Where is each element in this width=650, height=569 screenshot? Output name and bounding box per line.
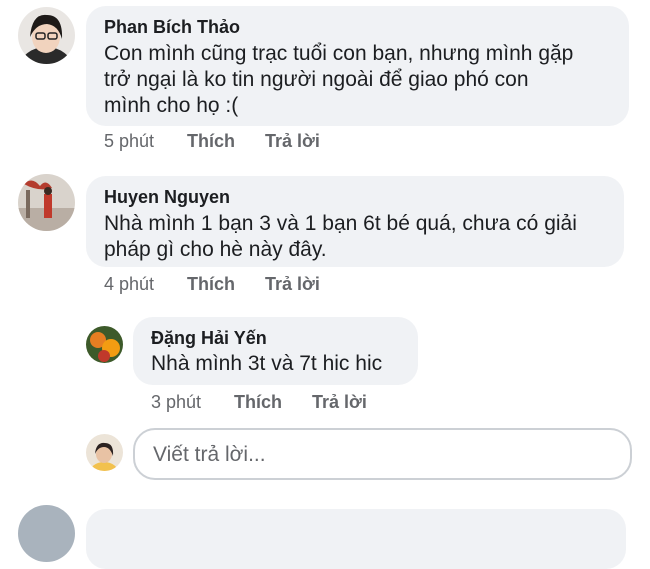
avatar[interactable]: [18, 505, 75, 562]
comment-author[interactable]: Phan Bích Thảo: [104, 17, 240, 38]
like-button[interactable]: Thích: [187, 274, 235, 295]
comment-actions: 5 phút Thích Trả lời: [0, 131, 650, 153]
comment-actions: 4 phút Thích Trả lời: [0, 274, 650, 296]
user-photo-icon: [86, 434, 123, 471]
user-photo-icon: [18, 7, 75, 64]
timestamp[interactable]: 5 phút: [104, 131, 154, 152]
reply-input-box[interactable]: [133, 428, 632, 480]
reply-input[interactable]: [151, 430, 595, 480]
avatar[interactable]: [18, 174, 75, 231]
comment-author[interactable]: Đặng Hải Yến: [151, 328, 267, 349]
timestamp[interactable]: 3 phút: [151, 392, 201, 413]
comment-text-line: pháp gì cho hè này đây.: [104, 238, 327, 261]
comment-author[interactable]: Huyen Nguyen: [104, 187, 230, 208]
avatar[interactable]: [86, 326, 123, 363]
comment-bubble: [86, 509, 626, 569]
reply-button[interactable]: Trả lời: [265, 131, 320, 152]
like-button[interactable]: Thích: [187, 131, 235, 152]
comment-bubble: Huyen Nguyen Nhà mình 1 bạn 3 và 1 bạn 6…: [86, 176, 624, 267]
comment-text-line: trở ngại là ko tin người ngoài để giao p…: [104, 68, 529, 91]
user-photo-icon: [18, 174, 75, 231]
comment-bubble: Phan Bích Thảo Con mình cũng trạc tuổi c…: [86, 6, 629, 126]
comment-text-line: Nhà mình 1 bạn 3 và 1 bạn 6t bé quá, chư…: [104, 212, 577, 235]
like-button[interactable]: Thích: [234, 392, 282, 413]
avatar[interactable]: [18, 7, 75, 64]
comment-text: Nhà mình 3t và 7t hic hic: [151, 352, 383, 375]
user-photo-icon: [86, 326, 123, 363]
reply-button[interactable]: Trả lời: [312, 392, 367, 413]
comment-text-line: mình cho họ :(: [104, 94, 239, 117]
avatar[interactable]: [86, 434, 123, 471]
timestamp[interactable]: 4 phút: [104, 274, 154, 295]
comment-text: Nhà mình 1 bạn 3 và 1 bạn 6t bé quá, chư…: [104, 211, 619, 263]
comment-actions: 3 phút Thích Trả lời: [0, 392, 650, 414]
reply-button[interactable]: Trả lời: [265, 274, 320, 295]
reply-bubble: Đặng Hải Yến Nhà mình 3t và 7t hic hic: [133, 317, 418, 385]
comment-text-line: Con mình cũng trạc tuổi con bạn, nhưng m…: [104, 42, 574, 65]
comment-text: Con mình cũng trạc tuổi con bạn, nhưng m…: [104, 41, 624, 119]
